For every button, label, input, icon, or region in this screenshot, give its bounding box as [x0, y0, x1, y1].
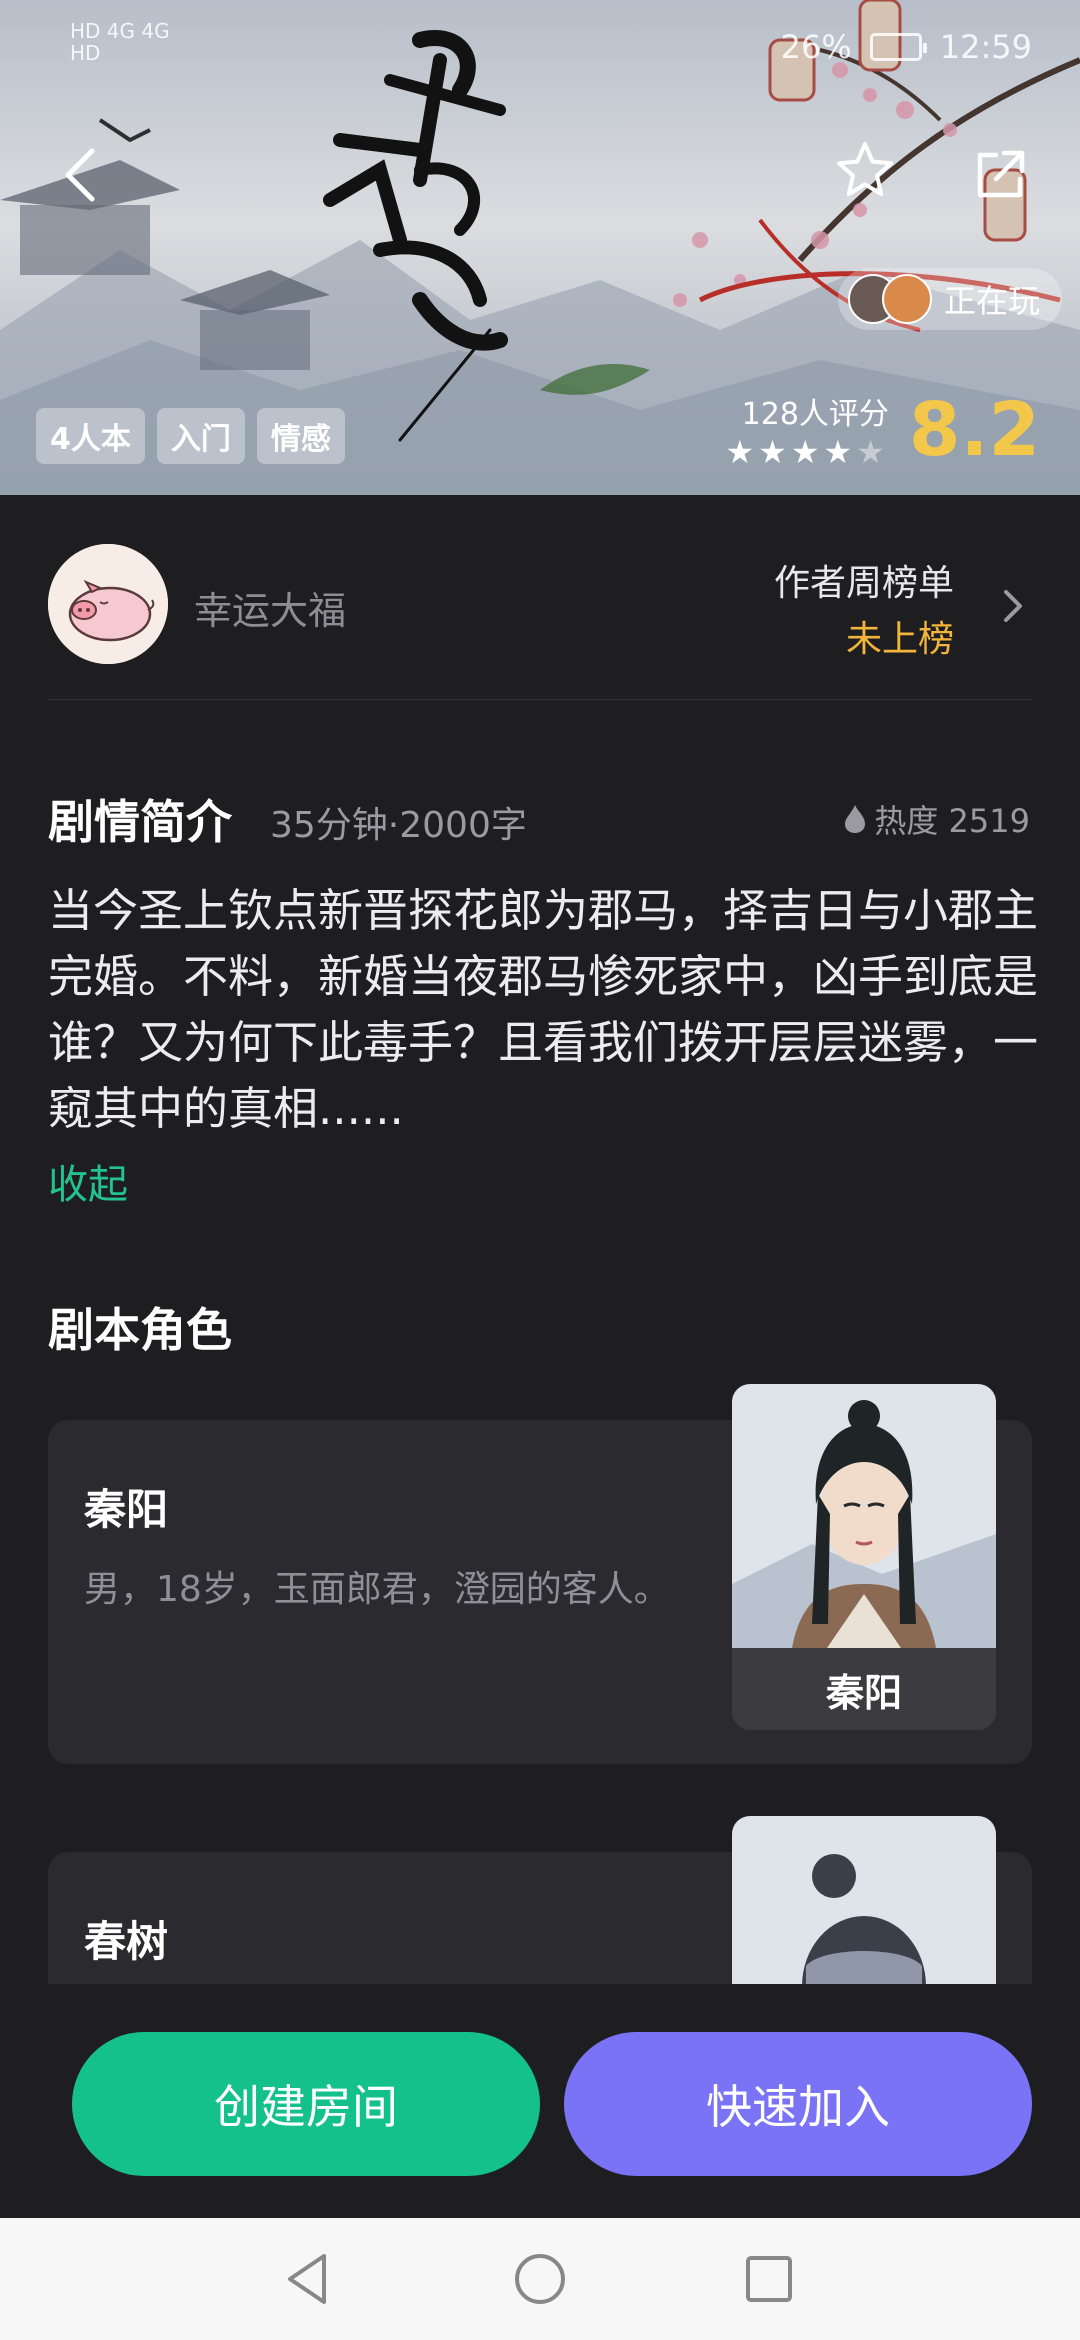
author-rank-value: 未上榜 — [845, 619, 954, 660]
pig-avatar-icon — [48, 544, 168, 664]
rating-count: 128人评分 — [741, 397, 889, 432]
synopsis-title: 剧情简介 — [48, 795, 232, 849]
flame-icon — [845, 805, 866, 833]
tag-list: 4人本 入门 情感 — [36, 408, 345, 464]
chevron-right-icon[interactable] — [992, 584, 1032, 628]
role-name: 春树 — [84, 1917, 169, 1966]
tag-players: 4人本 — [36, 408, 145, 464]
star-icon: ★ — [758, 433, 791, 471]
chevron-left-icon — [65, 148, 95, 202]
roles-title: 剧本角色 — [48, 1303, 232, 1357]
nav-back-icon[interactable] — [276, 2246, 342, 2312]
status-bar: HD 4G 4G HD 26% 12:59 — [0, 20, 1080, 70]
rating-score: 8.2 — [908, 387, 1040, 473]
action-bar: 创建房间 快速加入 — [0, 1984, 1080, 2218]
author-row[interactable]: 幸运大福 作者周榜单 未上榜 — [48, 540, 1032, 700]
star-outline-icon — [837, 142, 893, 196]
signal-text: HD 4G 4G — [70, 19, 170, 43]
heat-value: 热度 2519 — [874, 802, 1030, 840]
tag-difficulty: 入门 — [156, 408, 245, 464]
favorite-button[interactable] — [830, 135, 900, 205]
author-avatar[interactable] — [48, 544, 168, 664]
hd-text: HD — [70, 41, 101, 65]
battery-icon — [869, 33, 927, 61]
now-playing-label: 正在玩 — [944, 282, 1041, 320]
nav-home-icon[interactable] — [507, 2246, 573, 2312]
now-playing-badge[interactable]: 正在玩 — [838, 268, 1063, 330]
character-portrait-image — [732, 1384, 996, 1648]
author-rank-label: 作者周榜单 — [773, 563, 954, 604]
hero-banner: HD 4G 4G HD 26% 12:59 正在玩 4人本 入门 情感 128人… — [0, 0, 1080, 495]
portrait-name: 秦阳 — [732, 1648, 996, 1730]
author-name[interactable]: 幸运大福 — [194, 580, 346, 635]
share-button[interactable] — [965, 140, 1035, 210]
rating-block[interactable]: 128人评分 ★★★★★ 8.2 — [725, 387, 1040, 473]
role-name: 秦阳 — [84, 1485, 169, 1534]
synopsis-text: 当今圣上钦点新晋探花郎为郡马，择吉日与小郡主完婚。不料，新婚当夜郡马惨死家中，凶… — [48, 884, 1039, 1135]
avatar — [882, 274, 932, 324]
battery-percent: 26% — [780, 28, 852, 66]
share-icon — [977, 150, 1025, 198]
heat-indicator: 热度 2519 — [842, 796, 1030, 842]
nav-recent-icon[interactable] — [736, 2246, 802, 2312]
quick-join-button[interactable]: 快速加入 — [564, 2032, 1032, 2176]
back-button[interactable] — [50, 140, 110, 210]
star-icon: ★ — [725, 433, 759, 471]
synopsis-meta: 35分钟·2000字 — [270, 805, 527, 846]
role-portrait[interactable]: 秦阳 — [732, 1384, 996, 1730]
role-description: 男，18岁，玉面郎君，澄园的客人。 — [84, 1569, 670, 1610]
star-icon: ★ — [823, 433, 857, 471]
star-icon: ★ — [790, 433, 824, 471]
create-room-button[interactable]: 创建房间 — [72, 2032, 540, 2176]
collapse-link[interactable]: 收起 — [48, 1152, 128, 1210]
clock: 12:59 — [939, 28, 1032, 66]
tag-genre: 情感 — [256, 408, 345, 464]
star-empty-icon: ★ — [856, 433, 889, 471]
star-rating: ★★★★★ — [725, 433, 888, 471]
signal-indicators: HD 4G 4G HD — [70, 20, 170, 64]
player-avatars — [848, 274, 932, 324]
system-navigation-bar — [0, 2218, 1080, 2340]
